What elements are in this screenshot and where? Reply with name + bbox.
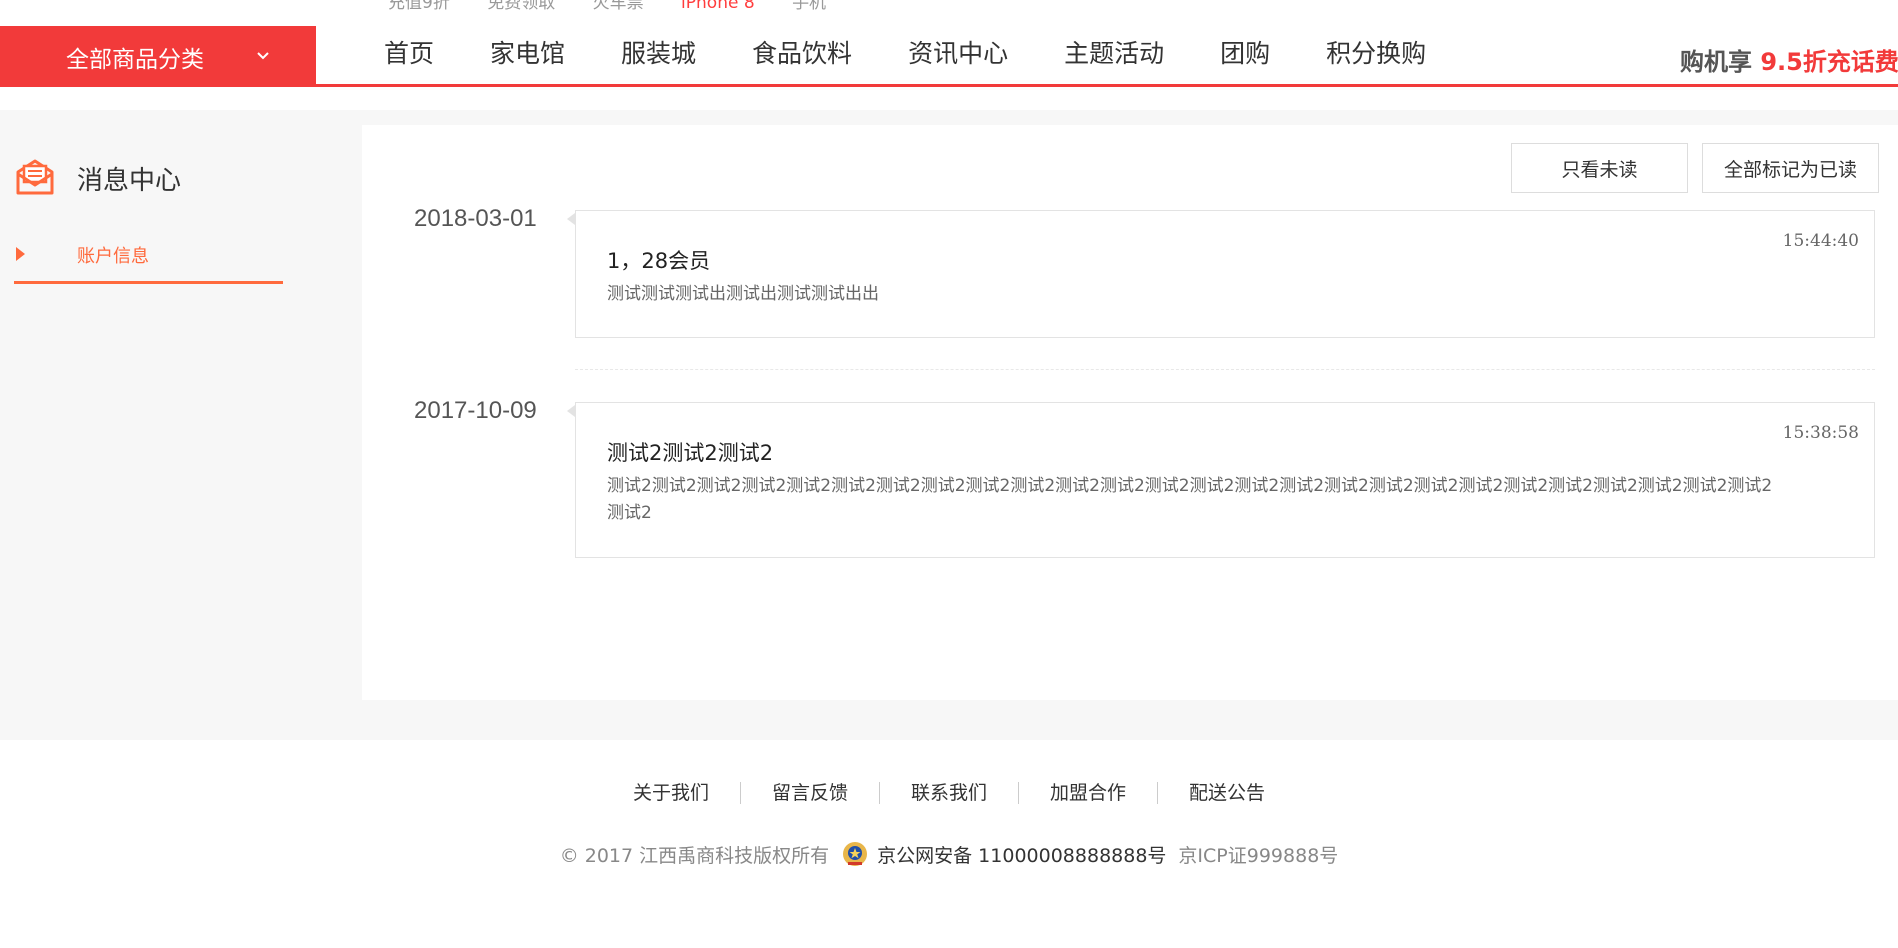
hot-word-highlighted[interactable]: iPhone 8 (681, 0, 755, 13)
message-date: 2018-03-01 (414, 205, 537, 232)
footer: 关于我们 留言反馈 联系我们 加盟合作 配送公告 © 2017 江西禹商科技版权… (0, 740, 1898, 948)
main-navbar: 全部商品分类 首页 家电馆 服装城 食品饮料 资讯中心 主题活动 团购 积分换购… (0, 26, 1898, 87)
message-body: 测试2测试2测试2测试2测试2测试2测试2测试2测试2测试2测试2测试2测试2测… (607, 476, 1773, 523)
nav-item-home[interactable]: 首页 (384, 36, 434, 72)
message-date: 2017-10-09 (414, 397, 537, 424)
message-time: 15:44:40 (1782, 231, 1859, 251)
message-title: 1，28会员 (607, 249, 711, 273)
envelope-icon (16, 159, 54, 195)
nav-item-events[interactable]: 主题活动 (1064, 36, 1164, 72)
hot-word[interactable]: 手机 (792, 0, 826, 13)
message-time: 15:38:58 (1782, 423, 1859, 443)
sidebar-item-account-info[interactable]: 账户信息 (14, 238, 283, 284)
hot-word[interactable]: 免费领取 (487, 0, 555, 13)
hot-word[interactable]: 火车票 (593, 0, 644, 13)
show-unread-button[interactable]: 只看未读 (1511, 143, 1688, 193)
nav-item-news[interactable]: 资讯中心 (908, 36, 1008, 72)
footer-links: 关于我们 留言反馈 联系我们 加盟合作 配送公告 (0, 782, 1898, 804)
sidebar-title: 消息中心 (77, 166, 182, 196)
message-title: 测试2测试2测试2 (607, 441, 774, 465)
hot-word[interactable]: 充值9折 (388, 0, 450, 13)
nav-links: 首页 家电馆 服装城 食品饮料 资讯中心 主题活动 团购 积分换购 (384, 36, 1482, 72)
police-record-link[interactable]: 京公网安备 11000008888888号 (877, 841, 1166, 868)
promo-highlight: 9.5折充话费 (1760, 48, 1898, 76)
sidebar: 消息中心 账户信息 (0, 110, 360, 700)
message-panel: 只看未读 全部标记为已读 2018-03-01 15:44:40 1，28会员 … (362, 125, 1898, 700)
nav-item-appliances[interactable]: 家电馆 (490, 36, 565, 72)
message-body: 测试测试测试出测试出测试测试出出 (607, 284, 879, 304)
nav-item-food[interactable]: 食品饮料 (752, 36, 852, 72)
promo-banner[interactable]: 购机享 9.5折充话费 (1680, 42, 1898, 77)
content-area: 消息中心 账户信息 只看未读 全部标记为已读 2018-03-01 15:44:… (0, 110, 1898, 740)
icp-record-link[interactable]: 京ICP证999888号 (1178, 841, 1338, 868)
chevron-down-icon (257, 52, 269, 60)
hot-search-strip: 充值9折 免费领取 火车票 iPhone 8 手机 (0, 0, 1898, 26)
footer-link-feedback[interactable]: 留言反馈 (739, 782, 879, 804)
all-categories-label: 全部商品分类 (66, 47, 204, 73)
promo-prefix: 购机享 (1680, 48, 1761, 76)
copyright-text: © 2017 江西禹商科技版权所有 (559, 844, 830, 867)
police-badge-icon (843, 842, 868, 866)
nav-item-clothing[interactable]: 服装城 (621, 36, 696, 72)
footer-link-about[interactable]: 关于我们 (602, 782, 740, 804)
mark-all-read-button[interactable]: 全部标记为已读 (1702, 143, 1879, 193)
caret-right-icon (16, 247, 25, 261)
message-card[interactable]: 15:38:58 测试2测试2测试2 测试2测试2测试2测试2测试2测试2测试2… (567, 402, 1875, 558)
nav-item-points-exchange[interactable]: 积分换购 (1326, 36, 1426, 72)
message-card[interactable]: 15:44:40 1，28会员 测试测试测试出测试出测试测试出出 (567, 210, 1875, 338)
hot-search-words: 充值9折 免费领取 火车票 iPhone 8 手机 (388, 0, 858, 13)
nav-item-group-buy[interactable]: 团购 (1220, 36, 1270, 72)
all-categories-button[interactable]: 全部商品分类 (0, 26, 316, 84)
footer-legal: © 2017 江西禹商科技版权所有 京公网安备 11000008888888号 … (0, 840, 1898, 868)
message-divider (575, 369, 1875, 370)
footer-link-contact[interactable]: 联系我们 (878, 782, 1018, 804)
footer-link-delivery[interactable]: 配送公告 (1157, 782, 1296, 804)
sidebar-item-label: 账户信息 (77, 246, 149, 267)
footer-link-franchise[interactable]: 加盟合作 (1018, 782, 1157, 804)
